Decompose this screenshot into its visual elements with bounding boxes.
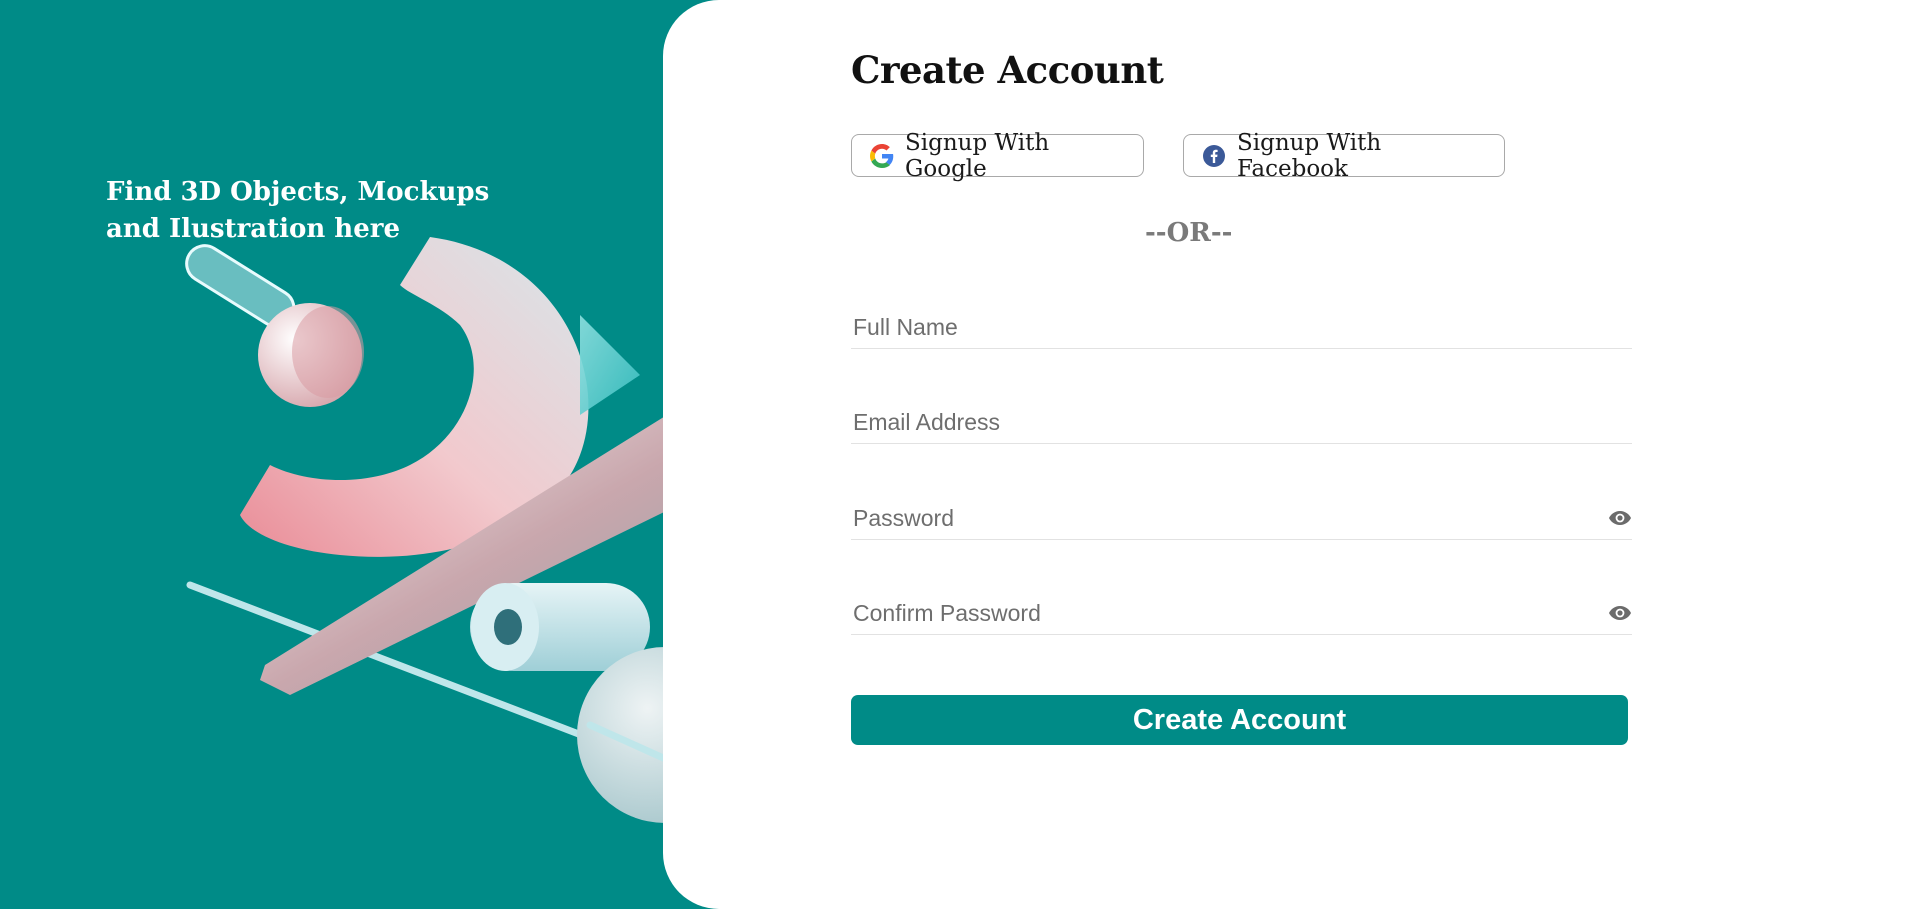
page-title: Create Account <box>851 48 1164 92</box>
signup-facebook-label: Signup With Facebook <box>1237 129 1382 182</box>
google-g-icon <box>870 143 894 168</box>
create-account-button[interactable]: Create Account <box>851 695 1628 745</box>
signup-facebook-button[interactable]: Signup With Facebook <box>1183 130 1505 182</box>
signup-google-label: Signup With Google <box>905 129 1050 182</box>
email-field-wrapper <box>851 403 1632 444</box>
full-name-field-wrapper <box>851 308 1632 349</box>
full-name-input[interactable] <box>853 308 1593 346</box>
email-input[interactable] <box>853 403 1593 441</box>
eye-icon[interactable] <box>1608 508 1632 528</box>
confirm-password-input[interactable] <box>853 594 1593 632</box>
facebook-f-icon <box>1202 144 1226 168</box>
password-input[interactable] <box>853 499 1593 537</box>
signup-google-button[interactable]: Signup With Google <box>851 130 1144 182</box>
or-divider: --OR-- <box>1145 218 1233 248</box>
confirm-password-field-wrapper <box>851 594 1632 635</box>
password-field-wrapper <box>851 499 1632 540</box>
eye-icon[interactable] <box>1608 603 1632 623</box>
